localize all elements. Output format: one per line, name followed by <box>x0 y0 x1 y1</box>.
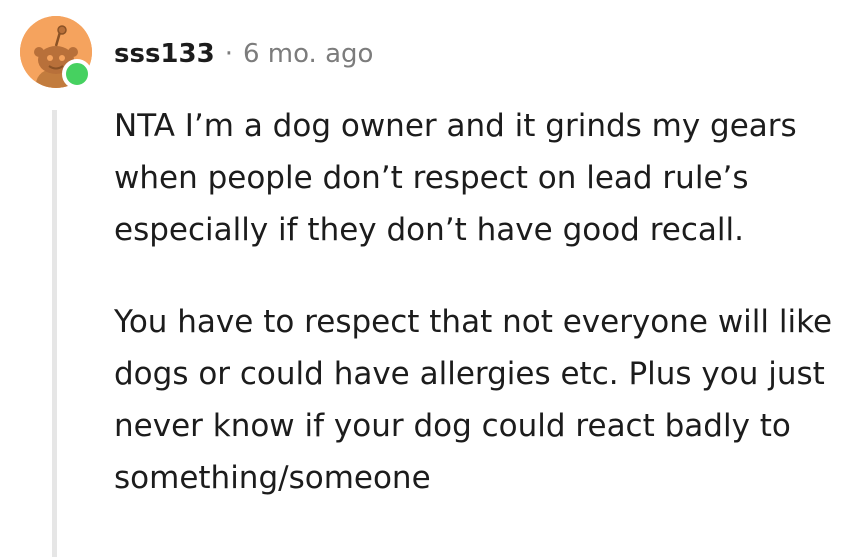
thread-collapse-line[interactable] <box>52 110 57 557</box>
comment-paragraph: NTA I’m a dog owner and it grinds my gea… <box>114 108 797 248</box>
comment-timestamp[interactable]: 6 mo. ago <box>243 39 373 69</box>
meta-separator: · <box>224 39 233 69</box>
comment-body: NTA I’m a dog owner and it grinds my gea… <box>114 100 849 504</box>
online-status-dot <box>62 59 92 89</box>
comment-author-link[interactable]: sss133 <box>114 39 215 69</box>
comment-paragraph: You have to respect that not everyone wi… <box>114 304 833 496</box>
comment-meta: sss133 · 6 mo. ago <box>114 36 373 72</box>
